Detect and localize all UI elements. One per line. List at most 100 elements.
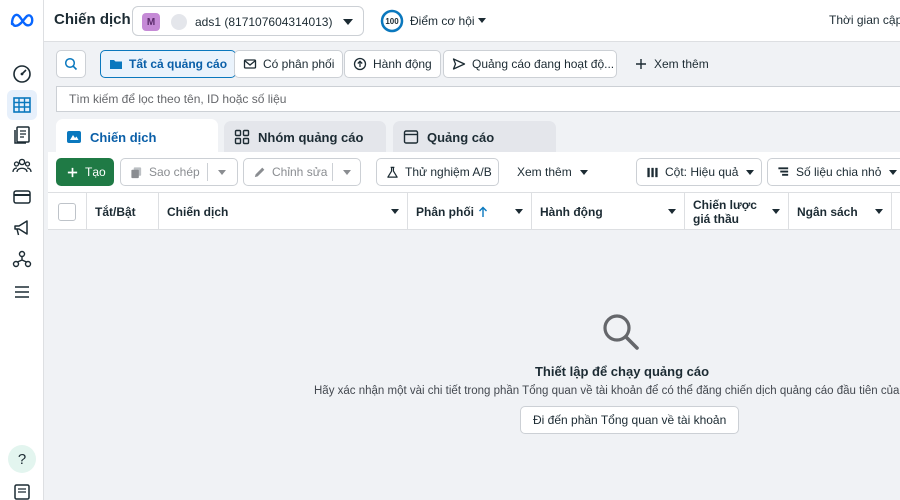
hamburger-menu-icon <box>15 286 29 298</box>
campaigns-panel: Tạo Sao chép Chỉnh sửa Thử nghiệm A/B Xe… <box>48 152 900 500</box>
duplicate-chevron-down-icon[interactable] <box>218 170 226 175</box>
question-icon: ? <box>17 450 27 468</box>
breakdown-icon <box>778 166 789 176</box>
filter-active-ads-label: Quảng cáo đang hoạt độ... <box>472 57 615 71</box>
ad-window-icon <box>403 130 419 144</box>
delivery-sort-chevron-icon[interactable] <box>515 209 523 214</box>
tab-ad-sets[interactable]: Nhóm quảng cáo <box>224 121 386 153</box>
column-header-delivery[interactable]: Phân phối <box>408 193 532 230</box>
filter-active-ads[interactable]: Quảng cáo đang hoạt độ... <box>443 50 617 78</box>
split-divider <box>332 163 333 181</box>
tab-ads[interactable]: Quảng cáo <box>393 121 556 153</box>
folder-icon <box>110 60 122 69</box>
column-header-budget[interactable]: Ngân sách <box>789 193 892 230</box>
copy-icon <box>131 166 142 178</box>
magnifier-icon <box>603 314 639 350</box>
duplicate-button[interactable]: Sao chép <box>120 158 238 186</box>
column-header-toggle[interactable]: Tắt/Bật <box>87 193 159 230</box>
account-name: ads1 (817107604314013) <box>195 15 333 29</box>
edit-button[interactable]: Chỉnh sửa <box>243 158 361 186</box>
search-icon <box>64 57 78 71</box>
left-rail: ? <box>0 0 44 500</box>
notes-icon <box>14 484 30 500</box>
column-header-actions[interactable]: Hành động <box>532 193 685 230</box>
sort-ascending-arrow-icon <box>479 206 487 217</box>
column-label-toggle: Tắt/Bật <box>95 204 136 219</box>
help-button[interactable]: ? <box>8 445 36 473</box>
create-button[interactable]: Tạo <box>56 158 114 186</box>
campaign-sort-chevron-icon[interactable] <box>391 209 399 214</box>
column-label-budget: Ngân sách <box>797 204 858 219</box>
more-actions-button[interactable]: Xem thêm <box>508 158 597 186</box>
empty-state-description: Hãy xác nhận một vài chi tiết trong phần… <box>314 385 900 397</box>
send-icon <box>452 58 466 70</box>
tab-campaigns[interactable]: Chiến dịch <box>56 119 218 155</box>
envelope-icon <box>243 59 257 69</box>
column-header-campaign[interactable]: Chiến dịch <box>159 193 408 230</box>
columns-selector[interactable]: Cột: Hiệu quả <box>636 158 762 186</box>
gauge-icon <box>13 65 31 83</box>
account-selector[interactable]: M ads1 (817107604314013) <box>132 6 364 36</box>
pages-nav[interactable] <box>7 120 37 150</box>
tab-ads-label: Quảng cáo <box>427 129 495 145</box>
audiences-nav[interactable] <box>7 151 37 181</box>
column-label-delivery: Phân phối <box>416 204 474 219</box>
pages-icon <box>14 126 30 144</box>
flask-icon <box>387 166 398 178</box>
select-all-cell <box>48 193 87 230</box>
actions-sort-chevron-icon[interactable] <box>668 209 676 214</box>
opportunity-score-icon[interactable]: 100 <box>380 9 404 33</box>
filter-more-button[interactable]: Xem thêm <box>626 50 717 78</box>
column-label-actions: Hành động <box>540 204 603 219</box>
opportunity-score-label[interactable]: Điểm cơ hội <box>410 14 475 28</box>
campaign-ads-nav[interactable] <box>7 213 37 243</box>
columns-chevron-down-icon <box>746 169 755 175</box>
last-updated-label: Thời gian cập nhật <box>829 13 900 27</box>
meta-logo-icon[interactable] <box>9 10 35 30</box>
filter-actions[interactable]: Hành động <box>344 50 441 78</box>
ab-test-label: Thử nghiệm A/B <box>405 165 492 179</box>
filter-all-ads[interactable]: Tất cả quảng cáo <box>100 50 237 78</box>
opportunity-score-value: 100 <box>385 17 399 26</box>
plus-icon <box>636 59 646 69</box>
bid-strategy-sort-chevron-icon[interactable] <box>772 209 780 214</box>
filter-delivering[interactable]: Có phân phối <box>234 50 344 78</box>
select-all-checkbox[interactable] <box>58 202 76 221</box>
edit-button-label: Chỉnh sửa <box>272 165 328 179</box>
tab-campaigns-label: Chiến dịch <box>90 129 157 145</box>
arrow-up-circle-icon <box>353 57 367 71</box>
create-button-label: Tạo <box>85 165 106 179</box>
people-icon <box>12 158 32 173</box>
tab-ad-sets-label: Nhóm quảng cáo <box>258 129 364 145</box>
filter-actions-label: Hành động <box>373 57 432 71</box>
events-nav[interactable] <box>7 244 37 274</box>
table-header: Tắt/Bật Chiến dịch Phân phối Hành động C… <box>48 192 900 230</box>
network-icon <box>12 250 32 268</box>
account-avatar: M <box>142 13 160 31</box>
columns-label: Cột: Hiệu quả <box>665 165 739 179</box>
score-chevron-down-icon[interactable] <box>478 18 486 23</box>
column-label-bid-strategy: Chiến lược giá thầu <box>693 197 757 226</box>
dashboard-nav[interactable] <box>7 59 37 89</box>
budget-sort-chevron-icon[interactable] <box>875 209 883 214</box>
page-title: Chiến dịch <box>54 11 131 28</box>
menu-nav[interactable] <box>7 277 37 307</box>
breakdown-selector[interactable]: Số liệu chia nhỏ <box>767 158 900 186</box>
chevron-down-icon <box>343 19 353 25</box>
pencil-icon <box>254 167 265 177</box>
campaigns-nav[interactable] <box>7 90 37 120</box>
table-grid-icon <box>13 97 31 113</box>
search-bar <box>56 86 900 112</box>
column-header-bid-strategy[interactable]: Chiến lược giá thầu <box>685 193 789 230</box>
ab-test-button[interactable]: Thử nghiệm A/B <box>376 158 499 186</box>
notes-nav[interactable] <box>7 477 37 500</box>
go-to-account-overview-button[interactable]: Đi đến phần Tổng quan về tài khoản <box>520 406 740 434</box>
billing-nav[interactable] <box>7 182 37 212</box>
search-toggle-button[interactable] <box>56 50 86 78</box>
plus-icon <box>67 167 78 177</box>
filter-all-ads-label: Tất cả quảng cáo <box>129 57 228 71</box>
more-actions-label: Xem thêm <box>517 165 572 179</box>
filter-delivering-label: Có phân phối <box>263 57 335 71</box>
edit-chevron-down-icon[interactable] <box>343 170 351 175</box>
search-input[interactable] <box>57 87 900 111</box>
